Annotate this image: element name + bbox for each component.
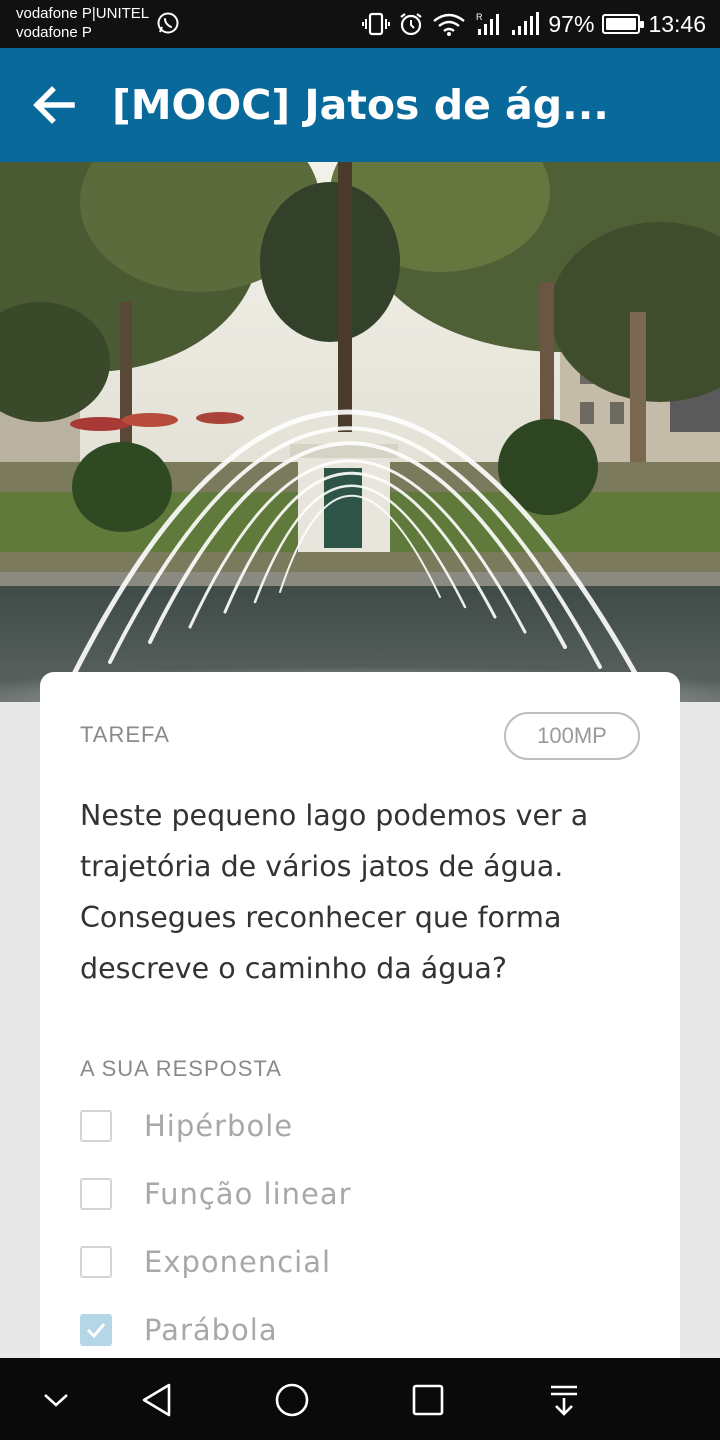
navigation-bar — [0, 1358, 720, 1440]
pull-down-notifications-icon — [551, 1385, 577, 1416]
option-label: Exponencial — [144, 1245, 332, 1279]
answer-options: Hipérbole Função linear Exponencial Pará… — [80, 1092, 352, 1364]
alarm-icon — [400, 13, 423, 36]
fountain-photo-drawing — [0, 162, 720, 702]
arrow-left-icon — [33, 86, 75, 124]
status-icons: R 97% 13:46 — [362, 8, 706, 40]
screen: vodafone P|UNITEL vodafone P R 97% 13:46… — [0, 0, 720, 1440]
notifications-nav-button[interactable] — [542, 1378, 586, 1422]
carrier-info: vodafone P|UNITEL vodafone P — [16, 4, 149, 42]
option-funcao-linear[interactable]: Função linear — [80, 1160, 352, 1228]
option-checkbox[interactable] — [80, 1110, 112, 1142]
answer-label: A SUA RESPOSTA — [80, 1056, 282, 1081]
battery-fill — [606, 18, 636, 30]
carrier-1: vodafone P|UNITEL — [16, 5, 150, 22]
svg-text:R: R — [476, 12, 483, 22]
home-nav-button[interactable] — [270, 1378, 314, 1422]
battery-icon — [602, 14, 645, 34]
option-exponencial[interactable]: Exponencial — [80, 1228, 352, 1296]
signal-roaming-icon: R — [476, 12, 500, 35]
option-checkbox-checked[interactable] — [80, 1314, 112, 1346]
task-label: TAREFA — [80, 722, 170, 747]
chevron-down-icon — [44, 1394, 68, 1407]
status-bar: vodafone P|UNITEL vodafone P R 97% 13:46 — [0, 0, 720, 48]
back-nav-button[interactable] — [134, 1378, 178, 1422]
whatsapp-icon — [157, 12, 179, 34]
vibrate-icon — [362, 12, 391, 36]
option-checkbox[interactable] — [80, 1246, 112, 1278]
option-hiperbole[interactable]: Hipérbole — [80, 1092, 352, 1160]
carrier-2: vodafone P — [16, 24, 92, 41]
hide-nav-button[interactable] — [34, 1378, 78, 1422]
clock: 13:46 — [648, 10, 706, 37]
back-button[interactable] — [24, 75, 84, 135]
recents-nav-button[interactable] — [406, 1378, 450, 1422]
app-bar: [MOOC] Jatos de ág... — [0, 48, 720, 162]
points-badge: 100MP — [504, 712, 640, 760]
option-parabola[interactable]: Parábola — [80, 1296, 352, 1364]
triangle-back-icon — [142, 1383, 171, 1417]
option-label: Função linear — [144, 1177, 352, 1211]
wifi-icon — [433, 13, 466, 36]
option-label: Parábola — [144, 1313, 278, 1347]
signal-icon — [512, 12, 540, 35]
task-card: TAREFA 100MP Neste pequeno lago podemos … — [40, 672, 680, 1392]
checkmark-icon — [86, 1323, 106, 1339]
option-checkbox[interactable] — [80, 1178, 112, 1210]
page-title: [MOOC] Jatos de ág... — [112, 81, 609, 129]
battery-percent: 97% — [548, 10, 595, 37]
recents-square-icon — [412, 1384, 444, 1416]
question-text: Neste pequeno lago podemos ver a trajetó… — [80, 799, 589, 985]
home-circle-icon — [275, 1383, 309, 1417]
option-label: Hipérbole — [144, 1109, 294, 1143]
fountain-photo — [0, 162, 720, 702]
